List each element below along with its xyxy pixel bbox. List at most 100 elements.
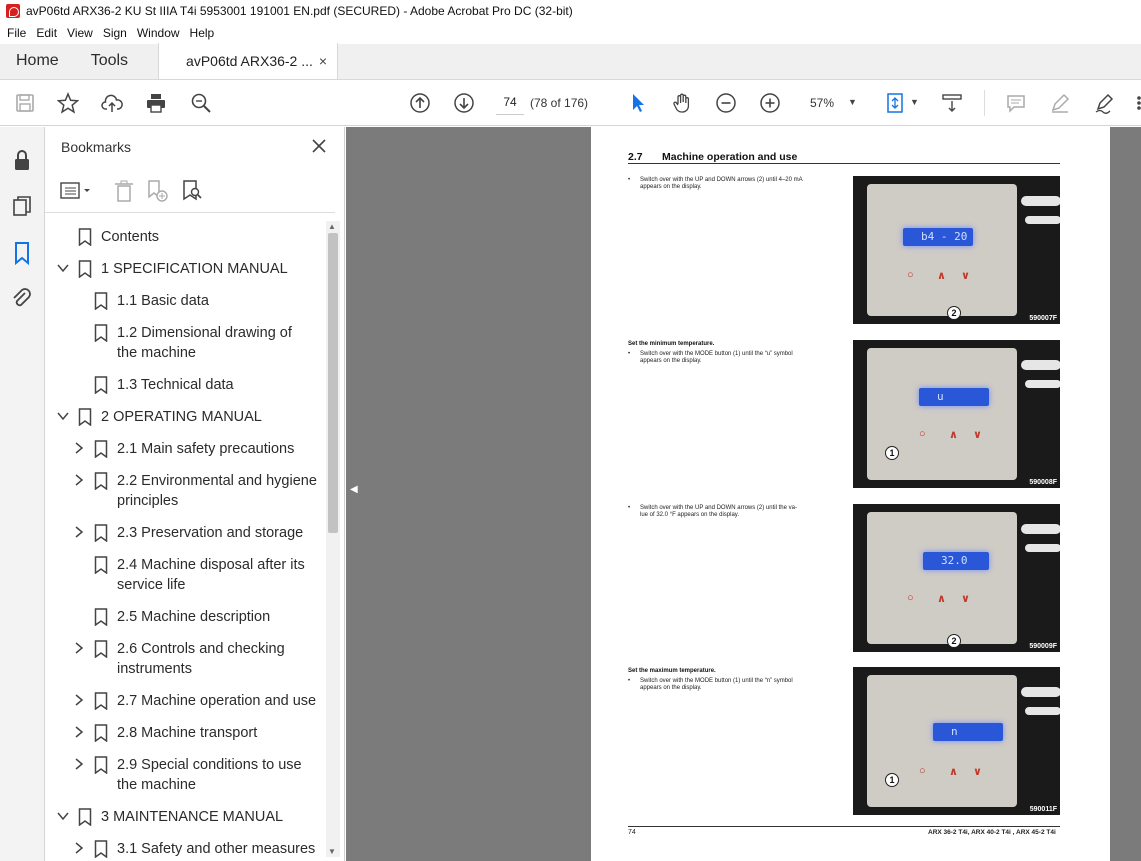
tab-home[interactable]: Home [0,43,75,79]
bookmark-item[interactable]: 2.9 Special conditions to use the machine [45,755,328,795]
bookmark-label: the machine [117,345,196,361]
menu-bar: File Edit View Sign Window Help [0,22,1141,44]
bookmark-item[interactable]: 2.3 Preservation and storage [45,523,328,543]
section-number: 2.7 [628,151,643,163]
bookmark-item[interactable]: Contents [45,227,328,247]
bookmark-item[interactable]: 2.4 Machine disposal after its service li… [45,555,328,595]
page-number-input[interactable] [496,89,524,115]
chevron-right-icon[interactable] [73,474,85,486]
new-bookmark-icon[interactable] [145,179,169,203]
bookmark-icon [94,640,108,658]
bullet: • [628,351,631,357]
mode-button: ○ [919,428,926,440]
menu-edit[interactable]: Edit [35,26,63,40]
chevron-down-icon[interactable] [57,410,69,422]
zoom-in-icon[interactable] [758,91,782,115]
cloud-upload-icon[interactable] [100,91,124,115]
lock-icon[interactable] [10,148,34,172]
cable [1025,216,1060,224]
bookmark-label: 2.3 Preservation and storage [117,525,304,541]
bookmark-item[interactable]: 3 MAINTENANCE MANUAL [45,807,328,827]
bookmark-item[interactable]: 2.7 Machine operation and use [45,691,328,711]
callout-number: 2 [947,634,961,648]
bookmark-icon [94,840,108,858]
bookmark-item[interactable]: 1.3 Technical data [45,375,328,395]
bookmark-item[interactable]: 1.2 Dimensional drawing of the machine [45,323,328,363]
bookmark-item[interactable]: 2.8 Machine transport [45,723,328,743]
scroll-down-icon[interactable]: ▼ [328,847,336,856]
chevron-right-icon[interactable] [73,694,85,706]
bookmark-item[interactable]: 3.1 Safety and other measuresduring main… [45,839,328,859]
bookmark-item[interactable]: 2.1 Main safety precautions [45,439,328,459]
menu-help[interactable]: Help [189,26,221,40]
up-arrow-button: ∧ [937,593,946,605]
mode-button: ○ [907,269,914,281]
chevron-right-icon[interactable] [73,442,85,454]
bookmark-item[interactable]: 1 SPECIFICATION MANUAL [45,259,328,279]
zoom-level[interactable]: 57% [810,96,834,110]
more-tools-icon[interactable] [1131,95,1141,111]
menu-sign[interactable]: Sign [102,26,133,40]
controller-panel [867,184,1017,316]
zoom-dropdown-icon[interactable]: ▼ [848,97,857,107]
menu-view[interactable]: View [66,26,99,40]
previous-page-icon[interactable] [408,91,432,115]
scroll-mode-icon[interactable] [940,91,964,115]
find-bookmark-icon[interactable] [180,179,204,203]
zoom-out-icon[interactable] [714,91,738,115]
sign-pen-icon[interactable] [1092,91,1116,115]
tab-document[interactable]: avP06td ARX36-2 ... × [158,43,339,79]
footer-model: ARX 36-2 T4i, ARX 40-2 T4i , ARX 45-2 T4… [928,829,1056,836]
close-tab-icon[interactable]: × [319,53,327,69]
tab-tools[interactable]: Tools [75,43,144,79]
chevron-right-icon[interactable] [73,642,85,654]
bookmark-label: 3.1 Safety and other measures [117,841,316,857]
lcd-text: n [951,725,958,738]
delete-bookmark-icon[interactable] [112,179,136,203]
bookmarks-scrollbar[interactable]: ▲ ▼ [326,221,340,857]
highlight-pen-icon[interactable] [1048,91,1072,115]
up-arrow-button: ∧ [937,270,946,282]
pdf-page: 2.7 Machine operation and use • Switch ov… [591,127,1110,861]
bookmark-item[interactable]: 2 OPERATING MANUAL [45,407,328,427]
mode-button: ○ [919,765,926,777]
bookmark-icon [94,376,108,394]
chevron-right-icon[interactable] [73,526,85,538]
bookmark-options-icon[interactable] [59,179,90,203]
pages-thumbnail-icon[interactable] [10,194,34,218]
scrollbar-thumb[interactable] [328,233,338,533]
bookmark-item[interactable]: 2.2 Environmental and hygiene principles [45,471,328,511]
attachment-icon[interactable] [10,287,34,311]
bookmark-item[interactable]: 2.6 Controls and checking instruments [45,639,328,679]
chevron-right-icon[interactable] [73,726,85,738]
save-icon[interactable] [13,91,37,115]
fit-page-dropdown-icon[interactable]: ▼ [910,97,919,107]
chevron-down-icon[interactable] [57,810,69,822]
close-panel-icon[interactable] [310,137,328,155]
chevron-right-icon[interactable] [73,758,85,770]
chevron-right-icon[interactable] [73,842,85,854]
section-title: Machine operation and use [662,151,798,163]
collapse-panel-icon[interactable]: ◀ [350,484,358,495]
comment-icon[interactable] [1004,91,1028,115]
menu-file[interactable]: File [6,26,32,40]
next-page-icon[interactable] [452,91,476,115]
bookmark-item[interactable]: 1.1 Basic data [45,291,328,311]
bookmark-icon [94,608,108,626]
bookmark-label: 3 MAINTENANCE MANUAL [101,809,284,825]
cable [1021,360,1060,370]
fit-page-icon[interactable] [884,91,908,115]
controller-photo: u ○ ∧ ∨ 1 590008F [853,340,1060,488]
menu-window[interactable]: Window [136,26,186,40]
scroll-up-icon[interactable]: ▲ [328,222,336,231]
print-icon[interactable] [144,91,168,115]
bookmark-item[interactable]: 2.5 Machine description [45,607,328,627]
cable [1025,544,1060,552]
bookmarks-panel-icon[interactable] [10,241,34,266]
select-cursor-icon[interactable] [626,91,650,115]
star-icon[interactable] [56,91,80,115]
controller-photo: n ○ ∧ ∨ 1 590011F [853,667,1060,815]
hand-tool-icon[interactable] [670,91,694,115]
zoom-search-icon[interactable] [189,91,213,115]
chevron-down-icon[interactable] [57,262,69,274]
